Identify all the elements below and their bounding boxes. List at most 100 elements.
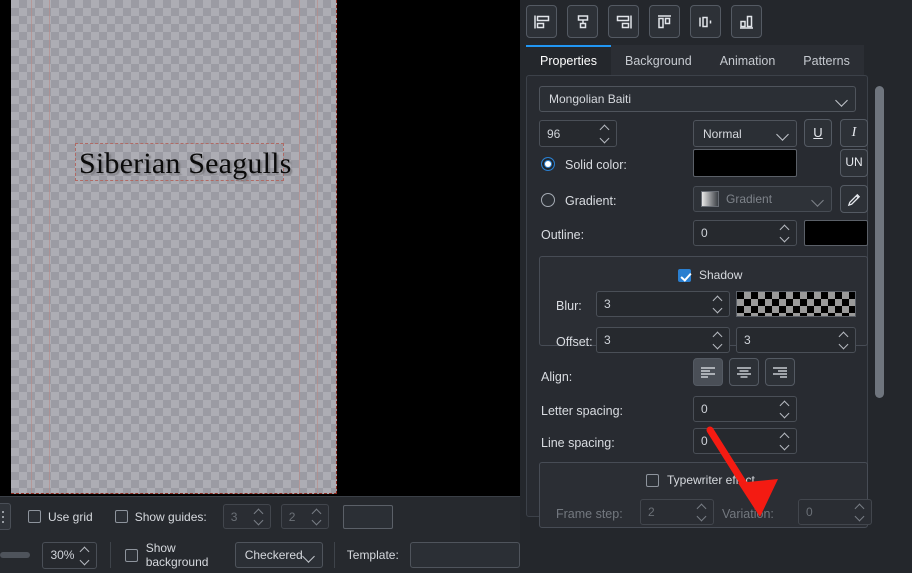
edit-gradient-button[interactable]	[840, 185, 868, 213]
typewriter-checkbox[interactable]: Typewriter effect	[646, 473, 755, 487]
background-mode-select[interactable]: Checkered	[235, 542, 323, 568]
letter-spacing-stepper[interactable]: 0	[693, 396, 797, 422]
chevron-down-icon[interactable]	[601, 136, 610, 142]
font-style-select[interactable]: Normal	[693, 120, 797, 147]
show-guides-checkbox-box[interactable]	[115, 510, 128, 523]
chevron-up-icon[interactable]	[698, 504, 707, 510]
chevron-up-icon[interactable]	[781, 401, 790, 407]
align-text-center-icon[interactable]	[729, 358, 759, 386]
chevron-up-icon[interactable]	[781, 433, 790, 439]
italic-button[interactable]: I	[840, 119, 868, 147]
underline-button[interactable]: U	[804, 119, 832, 147]
align-toolbar	[526, 5, 762, 38]
chevron-down-icon[interactable]	[776, 128, 789, 141]
chevron-down-icon[interactable]	[835, 94, 848, 107]
app-window: Siberian Seagulls Use grid Show guides: …	[0, 0, 912, 573]
font-size-stepper[interactable]: 96	[539, 120, 617, 147]
chevron-up-icon[interactable]	[714, 296, 723, 302]
show-background-checkbox-box[interactable]	[125, 549, 138, 562]
chevron-down-icon[interactable]	[698, 514, 707, 520]
chevron-down-icon[interactable]	[714, 342, 723, 348]
chevron-up-icon[interactable]	[840, 332, 849, 338]
background-mode-value: Checkered	[245, 548, 303, 562]
chevron-down-icon[interactable]	[81, 558, 90, 564]
show-background-checkbox[interactable]: Show background	[125, 541, 224, 569]
unicode-button[interactable]: UN	[840, 149, 868, 177]
show-guides-checkbox[interactable]: Show guides:	[115, 510, 207, 524]
solid-color-radio[interactable]	[541, 157, 555, 171]
shadow-checkbox[interactable]: Shadow	[678, 268, 742, 282]
zoom-level-stepper[interactable]: 30%	[42, 542, 96, 569]
underline-button-label: U	[805, 125, 831, 140]
offset-y-stepper[interactable]: 3	[736, 327, 856, 353]
gradient-select[interactable]: Gradient	[693, 186, 832, 212]
chevron-down-icon[interactable]	[313, 518, 322, 524]
chevron-up-icon[interactable]	[714, 332, 723, 338]
variation-stepper[interactable]: 0	[798, 499, 872, 525]
tab-properties[interactable]: Properties	[526, 45, 611, 75]
line-spacing-stepper[interactable]: 0	[693, 428, 797, 454]
chevron-down-icon[interactable]	[302, 550, 315, 563]
offset-x-stepper[interactable]: 3	[596, 327, 730, 353]
chevron-down-icon[interactable]	[781, 443, 790, 449]
blur-label: Blur:	[556, 299, 582, 313]
align-top-icon[interactable]	[649, 5, 680, 38]
outline-width-stepper[interactable]: 0	[693, 220, 797, 246]
align-middle-vertical-icon[interactable]	[690, 5, 721, 38]
chevron-up-icon[interactable]	[601, 125, 610, 131]
shadow-color-swatch[interactable]	[736, 291, 856, 317]
solid-color-label: Solid color:	[565, 158, 627, 172]
typewriter-group: Typewriter effect Frame step: 2 Variatio…	[539, 462, 868, 528]
guides-x-stepper[interactable]: 3	[223, 504, 271, 529]
outline-width-value: 0	[701, 226, 708, 240]
chevron-down-icon[interactable]	[781, 235, 790, 241]
align-bottom-icon[interactable]	[731, 5, 762, 38]
chevron-down-icon[interactable]	[714, 306, 723, 312]
frame-step-value: 2	[648, 505, 655, 519]
tab-background[interactable]: Background	[611, 45, 706, 75]
align-center-horizontal-icon[interactable]	[567, 5, 598, 38]
chevron-down-icon[interactable]	[781, 411, 790, 417]
gradient-preview-icon	[701, 191, 719, 207]
font-style-value: Normal	[703, 127, 742, 141]
chevron-up-icon[interactable]	[313, 509, 322, 515]
zoom-slider[interactable]	[0, 552, 30, 558]
blur-stepper[interactable]: 3	[596, 291, 730, 317]
guides-color-swatch[interactable]	[343, 505, 393, 529]
panel-scrollbar-thumb[interactable]	[875, 86, 884, 398]
font-family-select[interactable]: Mongolian Baiti	[539, 86, 856, 112]
properties-panel-body: Mongolian Baiti 96 Normal U I S	[526, 75, 868, 517]
template-select[interactable]	[410, 542, 520, 568]
outline-color-swatch[interactable]	[804, 220, 868, 246]
frame-step-stepper[interactable]: 2	[640, 499, 714, 525]
chevron-up-icon[interactable]	[781, 225, 790, 231]
align-text-right-icon[interactable]	[765, 358, 795, 386]
use-grid-checkbox[interactable]: Use grid	[28, 510, 93, 524]
guides-y-stepper[interactable]: 2	[281, 504, 329, 529]
chevron-up-icon[interactable]	[255, 509, 264, 515]
tab-animation[interactable]: Animation	[706, 45, 790, 75]
chevron-down-icon[interactable]	[856, 514, 865, 520]
chevron-down-icon[interactable]	[811, 194, 824, 207]
typewriter-checkbox-box[interactable]	[646, 474, 659, 487]
toolbar-handle-icon[interactable]	[0, 503, 11, 530]
tab-patterns[interactable]: Patterns	[789, 45, 864, 75]
shadow-checkbox-box[interactable]	[678, 269, 691, 282]
gradient-radio[interactable]	[541, 193, 555, 207]
use-grid-checkbox-box[interactable]	[28, 510, 41, 523]
chevron-up-icon[interactable]	[81, 547, 90, 553]
chevron-down-icon[interactable]	[840, 342, 849, 348]
chevron-down-icon[interactable]	[255, 518, 264, 524]
show-guides-label: Show guides:	[135, 510, 207, 524]
gradient-value: Gradient	[726, 192, 772, 206]
chevron-up-icon[interactable]	[856, 504, 865, 510]
zoom-background-row: 30% Show background Checkered Template:	[0, 536, 520, 573]
align-text-left-icon[interactable]	[693, 358, 723, 386]
preview-area[interactable]: Siberian Seagulls	[0, 0, 520, 496]
canvas-title-text[interactable]: Siberian Seagulls	[79, 147, 292, 181]
solid-color-swatch[interactable]	[693, 149, 797, 177]
align-left-icon[interactable]	[526, 5, 557, 38]
template-label: Template:	[347, 548, 399, 562]
title-canvas[interactable]: Siberian Seagulls	[11, 0, 337, 494]
align-right-icon[interactable]	[608, 5, 639, 38]
